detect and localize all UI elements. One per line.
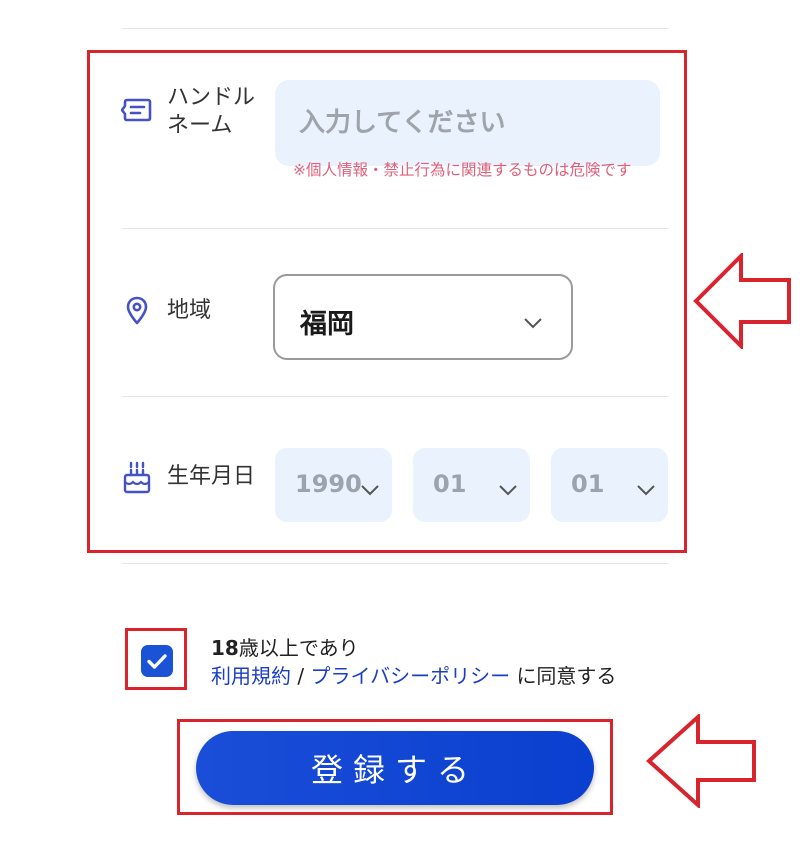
handle-name-label-line2: ネーム xyxy=(167,113,233,138)
register-button[interactable]: 登録する xyxy=(196,731,594,805)
handle-name-label: ハンドル ネーム xyxy=(167,84,255,140)
handle-name-warning: ※個人情報・禁止行為に関連するものは危険です xyxy=(293,161,632,179)
age-number: 18 xyxy=(211,636,239,660)
registration-form: ハンドル ネーム ※個人情報・禁止行為に関連するものは危険です 地域 福岡 xyxy=(0,0,800,848)
divider xyxy=(122,563,669,564)
left-arrow-icon xyxy=(646,712,758,812)
birth-year-select[interactable]: 1990 xyxy=(275,448,392,522)
chevron-down-icon xyxy=(524,314,542,333)
birthdate-label: 生年月日 xyxy=(167,464,256,489)
divider xyxy=(122,396,669,397)
left-arrow-icon xyxy=(693,251,793,353)
birth-month-value: 01 xyxy=(433,470,467,498)
birth-day-select[interactable]: 01 xyxy=(551,448,668,522)
birth-year-value: 1990 xyxy=(295,470,362,498)
birth-month-select[interactable]: 01 xyxy=(413,448,530,522)
divider xyxy=(122,28,669,29)
agree-checkbox[interactable] xyxy=(141,645,173,677)
agree-suffix: に同意する xyxy=(516,664,617,688)
chevron-down-icon xyxy=(499,481,517,500)
agreement-consent-text: 利用規約 / プライバシーポリシー に同意する xyxy=(211,660,616,689)
divider xyxy=(122,228,669,229)
chevron-down-icon xyxy=(637,481,655,500)
agreement-age-text: 18歳以上であり xyxy=(211,632,359,661)
region-label: 地域 xyxy=(167,298,212,323)
age-text: 歳以上であり xyxy=(238,636,359,660)
terms-link[interactable]: 利用規約 xyxy=(211,664,291,688)
birth-day-value: 01 xyxy=(571,470,605,498)
region-value: 福岡 xyxy=(300,309,354,340)
check-icon xyxy=(147,654,167,669)
handle-name-input[interactable] xyxy=(275,80,660,166)
cake-icon xyxy=(121,461,153,499)
location-pin-icon xyxy=(126,296,148,330)
handle-name-label-line1: ハンドル xyxy=(167,85,256,110)
region-select[interactable]: 福岡 xyxy=(273,274,573,360)
chevron-down-icon xyxy=(361,481,379,500)
privacy-policy-link[interactable]: プライバシーポリシー xyxy=(310,664,510,688)
message-icon xyxy=(120,97,153,127)
link-separator: / xyxy=(297,664,305,688)
